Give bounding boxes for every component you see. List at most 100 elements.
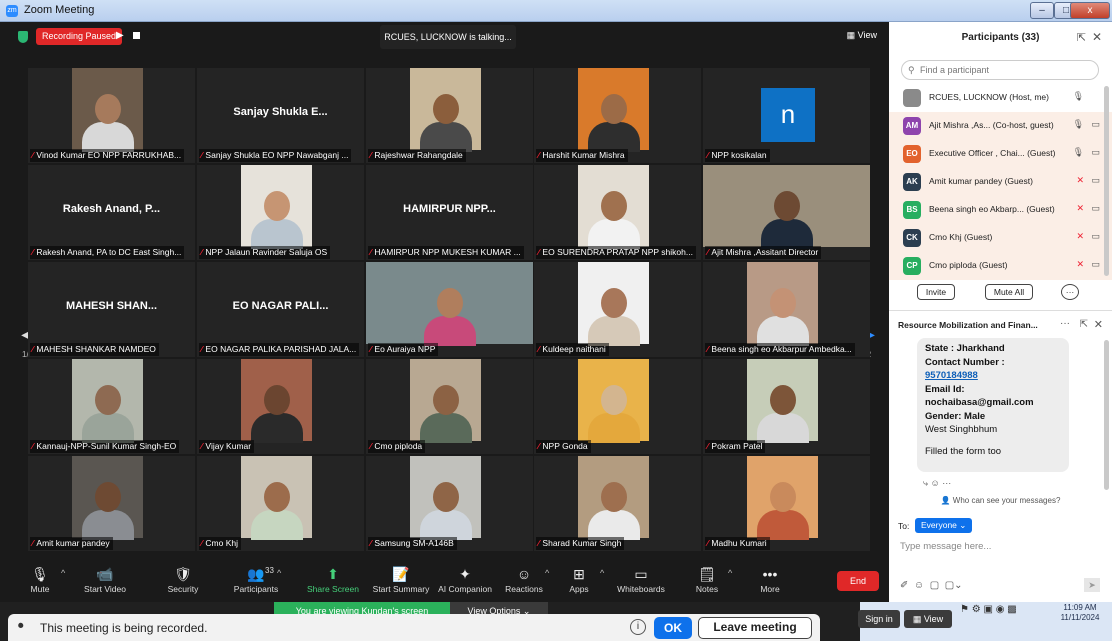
camera-feed xyxy=(72,68,143,152)
participant-row[interactable]: AM Ajit Mishra ,As... (Co-host, guest) 🎙 ▭ xyxy=(889,112,1112,140)
meeting-stage: Recording Paused ▶ RCUES, LUCKNOW is tal… xyxy=(0,22,889,562)
muted-mic-icon[interactable]: ✕ xyxy=(1076,259,1084,270)
view-small-button[interactable]: ▦ View xyxy=(904,610,952,628)
muted-mic-icon[interactable]: ✕ xyxy=(1076,203,1084,214)
mic-icon[interactable]: 🎙 xyxy=(1073,119,1084,130)
participant-row[interactable]: CK Cmo Khj (Guest) ✕ ▭ xyxy=(889,224,1112,252)
close-panel-icon[interactable]: ✕ xyxy=(1092,30,1102,44)
video-tile[interactable]: ⁄ Pokram Patel xyxy=(703,359,870,454)
view-button[interactable]: ▦ View xyxy=(847,30,877,41)
chat-scrollbar[interactable] xyxy=(1104,340,1109,490)
participant-scrollbar[interactable] xyxy=(1104,86,1109,276)
video-tile[interactable]: Sanjay Shukla E... ⁄ Sanjay Shukla EO NPP … xyxy=(197,68,364,163)
video-tile[interactable]: ⁄ Vinod Kumar EO NPP FARRUKHAB... xyxy=(28,68,195,163)
participant-search-input[interactable]: ⚲ Find a participant xyxy=(901,60,1099,80)
participant-row[interactable]: BS Beena singh eo Akbarp... (Guest) ✕ ▭ xyxy=(889,196,1112,224)
video-tile[interactable]: ⁄ Amit kumar pandey xyxy=(28,456,195,551)
whiteboards-button[interactable]: ▭ Whiteboards xyxy=(606,564,676,594)
video-tile[interactable]: ⁄ Ajit Mishra ,Assitant Director xyxy=(703,165,870,260)
end-meeting-button[interactable]: End xyxy=(837,571,879,591)
person-head xyxy=(600,288,627,318)
ok-button[interactable]: OK xyxy=(654,617,692,639)
recipient-dropdown[interactable]: Everyone ⌄ xyxy=(915,518,973,533)
video-icon[interactable]: ▭ xyxy=(1091,119,1100,130)
system-tray-icons[interactable]: ⚑ ⚙ ▣ ◉ ▩ xyxy=(960,604,1017,615)
participant-row[interactable]: AK Amit kumar pandey (Guest) ✕ ▭ xyxy=(889,168,1112,196)
start-video-button[interactable]: 📹 Start Video xyxy=(70,564,140,594)
video-icon[interactable]: ▭ xyxy=(1091,147,1100,158)
chat-format-tools[interactable]: ✐ ☺ ▢ ▢⌄ xyxy=(900,580,963,591)
chevron-up-icon[interactable]: ^ xyxy=(600,568,604,578)
avatar: AM xyxy=(903,117,921,135)
video-tile[interactable]: ⁄ Cmo Khj xyxy=(197,456,364,551)
info-icon[interactable]: i xyxy=(630,619,646,635)
person-body xyxy=(419,510,472,540)
person-body xyxy=(419,413,472,443)
msg-phone-link[interactable]: 9570184988 xyxy=(925,369,1061,383)
video-icon[interactable]: ▭ xyxy=(1091,231,1100,242)
mute-all-button[interactable]: Mute All xyxy=(985,284,1033,300)
sign-in-button[interactable]: Sign in xyxy=(858,610,900,628)
participant-row[interactable]: EO Executive Officer , Chai... (Guest) 🎙 ▭ xyxy=(889,140,1112,168)
start-summary-button[interactable]: 📝 Start Summary xyxy=(366,564,436,594)
video-icon[interactable]: ▭ xyxy=(1091,203,1100,214)
video-tile[interactable]: HAMIRPUR NPP... ⁄ HAMIRPUR NPP MUKESH KUMA… xyxy=(366,165,533,260)
mic-icon[interactable]: 🎙 xyxy=(1073,91,1084,102)
video-icon[interactable]: ▭ xyxy=(1091,175,1100,186)
muted-mic-icon[interactable]: ✕ xyxy=(1076,175,1084,186)
video-tile[interactable]: ⁄ Kannauj-NPP-Sunil Kumar Singh-EO xyxy=(28,359,195,454)
message-reaction-icons[interactable]: ⤷ ☺ ··· xyxy=(923,478,951,489)
security-button[interactable]: 🛡 Security xyxy=(148,564,218,594)
chevron-up-icon[interactable]: ^ xyxy=(728,568,732,578)
video-tile[interactable]: ⁄ NPP Gonda xyxy=(534,359,701,454)
video-tile[interactable]: ⁄ EO SURENDRA PRATAP NPP shikoh... xyxy=(534,165,701,260)
msg-spacer xyxy=(925,437,1061,445)
more-options-button[interactable]: ··· xyxy=(1061,284,1079,300)
more-button[interactable]: ••• More xyxy=(735,564,805,594)
video-tile[interactable]: ⁄ Rajeshwar Rahangdale xyxy=(366,68,533,163)
chevron-up-icon[interactable]: ^ xyxy=(61,568,65,578)
close-button[interactable]: x xyxy=(1070,2,1110,19)
chat-popout-icon[interactable]: ⇱ xyxy=(1080,319,1088,330)
video-tile[interactable]: ⁄ Samsung SM-A146B xyxy=(366,456,533,551)
chat-close-icon[interactable]: ✕ xyxy=(1094,318,1103,331)
video-tile[interactable]: Rakesh Anand, P... ⁄ Rakesh Anand, PA to D… xyxy=(28,165,195,260)
video-tile[interactable]: ⁄ NPP Jalaun Ravinder Saluja OS xyxy=(197,165,364,260)
avatar: CK xyxy=(903,229,921,247)
muted-mic-icon[interactable]: ✕ xyxy=(1076,231,1084,242)
video-tile[interactable]: ⁄ Kuldeep naithani xyxy=(534,262,701,357)
video-tile[interactable]: n ⁄ NPP kosikalan xyxy=(703,68,870,163)
mic-icon[interactable]: 🎙 xyxy=(1073,147,1084,158)
video-tile[interactable]: ⁄ Cmo piploda xyxy=(366,359,533,454)
muted-mic-icon: ⁄ xyxy=(32,344,34,354)
participant-row-name: Ajit Mishra ,As... (Co-host, guest) xyxy=(929,120,1054,130)
avatar: BS xyxy=(903,201,921,219)
send-icon[interactable]: ➤ xyxy=(1084,578,1100,592)
video-tile[interactable]: ⁄ Madhu Kumari xyxy=(703,456,870,551)
resume-recording-icon[interactable]: ▶ xyxy=(116,30,124,41)
popout-icon[interactable]: ⇱ xyxy=(1077,31,1086,44)
video-tile[interactable]: EO NAGAR PALI... ⁄ EO NAGAR PALIKA PARISHA… xyxy=(197,262,364,357)
stop-recording-icon[interactable] xyxy=(133,32,140,39)
view-small-label: View xyxy=(923,614,944,624)
participant-row[interactable]: RCUES, LUCKNOW (Host, me) 🎙 xyxy=(889,84,1112,112)
share-screen-button[interactable]: ⬆ Share Screen xyxy=(298,564,368,594)
participant-row[interactable]: CP Cmo piploda (Guest) ✕ ▭ xyxy=(889,252,1112,280)
who-can-see-link[interactable]: 👤 Who can see your messages? xyxy=(889,496,1112,505)
camera-feed xyxy=(747,456,818,540)
chat-message-input[interactable]: Type message here... xyxy=(900,541,991,552)
chevron-up-icon[interactable]: ^ xyxy=(277,568,281,578)
video-tile[interactable]: MAHESH SHAN... ⁄ MAHESH SHANKAR NAMDEO xyxy=(28,262,195,357)
video-tile[interactable]: ⁄ Sharad Kumar Singh xyxy=(534,456,701,551)
invite-button[interactable]: Invite xyxy=(917,284,955,300)
video-icon[interactable]: ▭ xyxy=(1091,259,1100,270)
video-tile[interactable]: ⁄ Harshit Kumar Mishra xyxy=(534,68,701,163)
minimize-button[interactable]: – xyxy=(1030,2,1054,19)
video-tile[interactable]: ⁄ Vijay Kumar xyxy=(197,359,364,454)
video-tile[interactable]: ⁄ Eo Auraiya NPP xyxy=(366,262,533,357)
chat-more-icon[interactable]: ··· xyxy=(1060,318,1070,329)
chevron-up-icon[interactable]: ^ xyxy=(545,568,549,578)
encryption-shield-icon[interactable] xyxy=(18,31,28,43)
leave-meeting-button[interactable]: Leave meeting xyxy=(698,617,812,639)
video-tile[interactable]: ⁄ Beena singh eo Akbarpur Ambedka... xyxy=(703,262,870,357)
